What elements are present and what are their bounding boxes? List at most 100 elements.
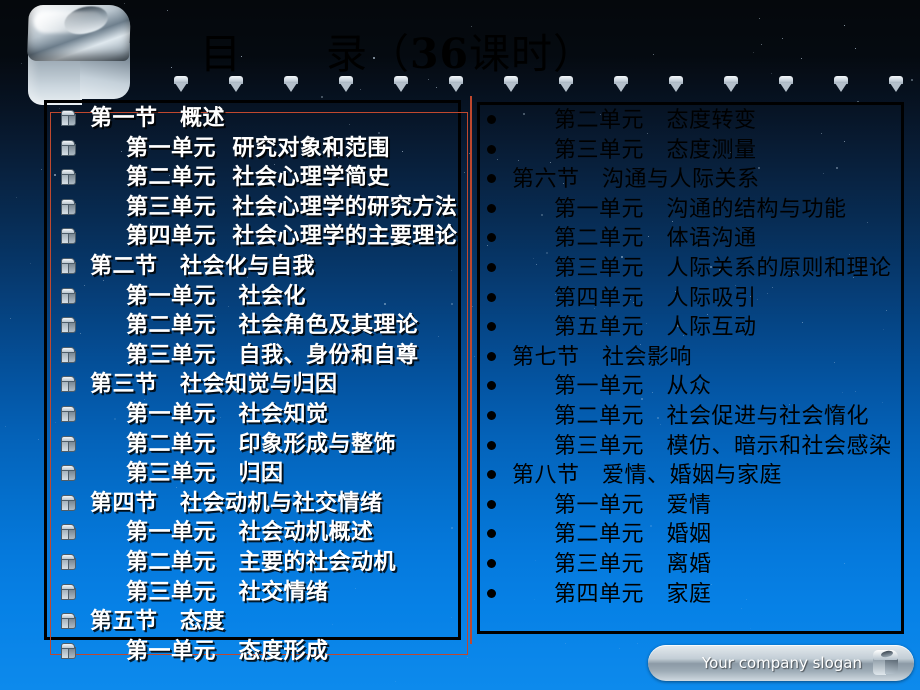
list-item-label: 第一节 概述 [90,106,226,131]
list-item-label: 第二单元 社会角色及其理论 [126,313,419,339]
star [29,262,31,264]
round-bullet-icon [487,262,496,272]
list-item[interactable]: 第八节 爱情、婚姻与家庭 [478,461,908,491]
list-item-label: 第二单元 婚姻 [554,522,712,548]
company-slogan-text: Your company slogan [701,654,862,672]
list-item[interactable]: 第一单元 态度形成 [50,637,470,667]
cube-bullet-icon [60,465,77,482]
list-item[interactable]: 第二单元 社会心理学简史 [50,163,470,193]
list-item-label: 第三单元 自我、身份和自尊 [126,342,419,368]
list-item[interactable]: 第三单元 模仿、暗示和社会感染 [478,432,908,462]
star [618,648,620,650]
list-item[interactable]: 第一单元 研究对象和范围 [50,134,470,164]
star [395,681,397,683]
star [359,89,361,91]
list-item-label: 第六节 沟通与人际关系 [512,167,760,193]
list-item-label: 第二单元 主要的社会动机 [126,549,397,575]
list-item[interactable]: 第一单元 从众 [478,372,908,402]
list-item[interactable]: 第一单元 社会化 [50,282,470,312]
round-bullet-icon [487,529,496,539]
chrome-cube-icon [872,649,900,676]
cube-bullet-icon [60,494,77,512]
list-item[interactable]: 第三单元 社交情绪 [50,578,470,608]
list-item-label: 第三单元 人际关系的原则和理论 [554,255,892,281]
title-number: 36 [410,30,470,78]
diamond-gem-icon [229,76,243,92]
list-item[interactable]: 第三单元 人际关系的原则和理论 [478,254,908,284]
star [4,425,6,427]
list-item[interactable]: 第二节 社会化与自我 [50,252,470,282]
list-item[interactable]: 第一单元 爱情 [478,491,908,521]
list-item-label: 第三单元 社交情绪 [126,579,329,605]
list-item[interactable]: 第二单元 主要的社会动机 [50,548,470,578]
list-item-label: 第三节 社会知觉与归因 [90,372,338,398]
list-item[interactable]: 第三单元 归因 [50,459,470,489]
list-item[interactable]: 第三单元 离婚 [478,550,908,580]
list-item-label: 第一单元 社会动机概述 [126,520,374,546]
star [41,169,43,171]
page-title: 目 录（36课时） [200,34,820,75]
list-item[interactable]: 第四单元 家庭 [478,580,908,610]
star [854,48,856,50]
left-toc-list: 第一节 概述第一单元 研究对象和范围 第二单元 社会心理学简史 第三单元 社会心理学… [50,104,470,666]
company-slogan-badge[interactable]: Your company slogan [648,645,914,681]
round-bullet-icon [487,233,496,243]
cube-bullet-icon [60,257,77,275]
star [911,78,914,81]
list-item-label: 第一单元 社会知觉 [126,401,329,427]
list-item[interactable]: 第一单元 社会动机概述 [50,518,470,548]
diamond-gem-icon [614,76,628,92]
round-bullet-icon [487,322,496,332]
list-item[interactable]: 第三节 社会知觉与归因 [50,370,470,400]
round-bullet-icon [487,558,496,568]
list-item-label: 第八节 爱情、婚姻与家庭 [512,463,783,489]
list-item-label: 第二节 社会化与自我 [90,253,316,279]
star [321,95,324,98]
star [471,305,473,307]
title-suffix: 课时） [469,30,596,78]
round-bullet-icon [487,174,496,184]
list-item[interactable]: 第五节 态度 [50,607,470,637]
list-item[interactable]: 第三单元 社会心理学的研究方法 [50,193,470,223]
round-bullet-icon [487,292,496,302]
list-item[interactable]: 第五单元 人际互动 [478,313,908,343]
star [758,17,760,19]
list-item[interactable]: 第七节 社会影响 [478,343,908,373]
diamond-gem-icon [394,76,408,92]
list-item[interactable]: 第四单元 社会心理学的主要理论 [50,222,470,252]
round-bullet-icon [487,440,496,450]
list-item[interactable]: 第二单元 体语沟通 [478,224,908,254]
list-item[interactable]: 第三单元 自我、身份和自尊 [50,341,470,371]
chrome-cube-logo [18,2,144,107]
diamond-gem-icon [504,76,518,92]
list-item[interactable]: 第一单元 社会知觉 [50,400,470,430]
star [38,438,40,440]
list-item[interactable]: 第四节 社会动机与社交情绪 [50,489,470,519]
list-item[interactable]: 第二单元 社会角色及其理论 [50,311,470,341]
list-item[interactable]: 第一节 概述 [50,104,470,134]
diamond-gem-icon [724,76,738,92]
list-item[interactable]: 第四单元 人际吸引 [478,284,908,314]
diamond-gem-icon [339,76,353,92]
cube-bullet-icon [60,287,77,305]
cube-bullet-icon [60,376,77,393]
list-item[interactable]: 第六节 沟通与人际关系 [478,165,908,195]
diamond-gem-icon [284,76,298,92]
diamond-gem-icon [449,76,463,92]
list-item[interactable]: 第二单元 婚姻 [478,520,908,550]
star [171,66,173,68]
list-item-label: 第二单元 社会促进与社会惰化 [554,403,870,429]
list-item-label: 第一单元 沟通的结构与功能 [554,196,847,222]
list-item[interactable]: 第三单元 态度测量 [478,136,908,166]
cube-bullet-icon [60,317,77,334]
diamond-gem-icon [174,76,188,92]
list-item-label: 第三单元 模仿、暗示和社会感染 [554,433,892,459]
list-item[interactable]: 第二单元 社会促进与社会惰化 [478,402,908,432]
slide-canvas: 目 录（36课时） 第一节 概述第一单元 研究对象和范围 第二单元 社会心理学简史… [0,0,920,690]
list-item[interactable]: 第一单元 沟通的结构与功能 [478,195,908,225]
list-item-label: 第一单元 态度形成 [126,638,329,664]
list-item-label: 第三单元 归因 [126,461,284,487]
right-toc-list: 第二单元 态度转变 第三单元 态度测量 第六节 沟通与人际关系第一单元 沟通的结构与… [478,106,908,609]
list-item[interactable]: 第二单元 态度转变 [478,106,908,136]
list-item[interactable]: 第二单元 印象形成与整饰 [50,430,470,460]
